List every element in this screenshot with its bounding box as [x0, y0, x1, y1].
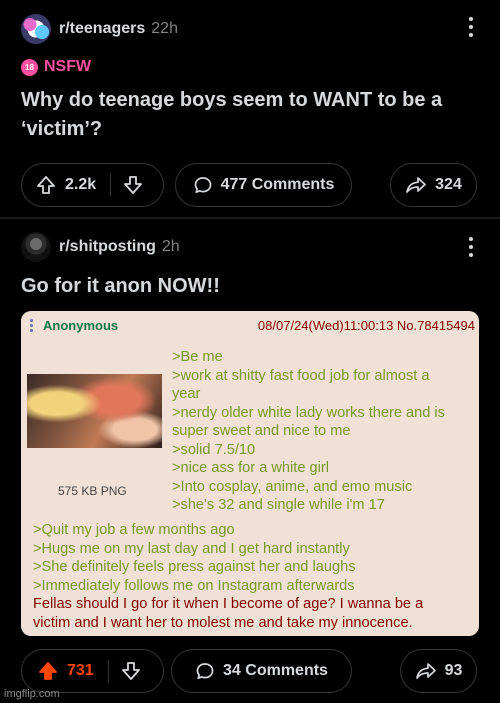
share-button[interactable]: 93	[400, 649, 477, 693]
greentext-line: >Immediately follows me on Instagram aft…	[33, 577, 355, 594]
greentext-line: >she's 32 and single while i'm 17	[172, 497, 385, 513]
comments-button[interactable]: 34 Comments	[171, 649, 352, 693]
downvote-icon[interactable]	[121, 661, 141, 681]
vote-bar: 731	[21, 649, 164, 693]
share-icon	[415, 663, 436, 679]
menu-icon	[30, 319, 33, 334]
comment-icon	[196, 663, 214, 680]
post-image[interactable]: Anonymous 08/07/24(Wed)11:00:13 No.78415…	[21, 311, 479, 636]
anime-thumbnail	[27, 374, 162, 448]
greentext-block: >Be me >work at shitty fast food job for…	[172, 348, 445, 515]
vote-divider	[107, 660, 109, 682]
greentext-line: >nice ass for a white girl	[172, 460, 329, 476]
greentext-line: year	[172, 386, 201, 402]
body-line: victim and I want her to molest me and t…	[33, 614, 413, 631]
subreddit-name[interactable]: r/shitposting	[59, 238, 156, 256]
greentext-line: >She definitely feels press against her …	[33, 559, 356, 575]
file-info: 575 KB PNG	[58, 484, 127, 498]
post-body: Fellas should I go for it when I become …	[33, 595, 423, 632]
poster-name: Anonymous	[43, 318, 119, 333]
greentext-line: >Be me	[172, 349, 223, 365]
greentext-block: >Quit my job a few months ago >Hugs me o…	[33, 521, 356, 595]
greentext-line: >work at shitty fast food job for almost…	[172, 367, 430, 384]
comments-count: 34 Comments	[223, 662, 328, 679]
greentext-line: >Hugs me on my last day and I get hard i…	[33, 540, 350, 557]
quote-header: Anonymous 08/07/24(Wed)11:00:13 No.78415…	[21, 311, 479, 339]
greentext-line: >Quit my job a few months ago	[33, 522, 235, 538]
body-line: Fellas should I go for it when I become …	[33, 596, 424, 612]
greentext-line: >solid 7.5/10	[172, 441, 256, 458]
watermark: imgflip.com	[4, 688, 60, 700]
vote-score: 731	[67, 662, 94, 679]
post-header: r/shitposting 2h	[21, 232, 180, 262]
post-title[interactable]: Go for it anon NOW!!	[21, 272, 481, 301]
post-age: 2h	[161, 238, 180, 255]
post-meta: 08/07/24(Wed)11:00:13 No.78415494	[257, 318, 475, 333]
more-options-icon[interactable]	[469, 237, 473, 261]
upvote-icon[interactable]	[38, 661, 58, 681]
share-count: 93	[444, 662, 463, 679]
greentext-line: >nerdy older white lady works there and …	[172, 404, 445, 421]
greentext-line: super sweet and nice to me	[172, 423, 351, 439]
post-card[interactable]: r/shitposting 2h Go for it anon NOW!! An…	[0, 0, 500, 703]
greentext-line: >Into cosplay, anime, and emo music	[172, 478, 413, 495]
subreddit-avatar[interactable]	[21, 232, 51, 262]
